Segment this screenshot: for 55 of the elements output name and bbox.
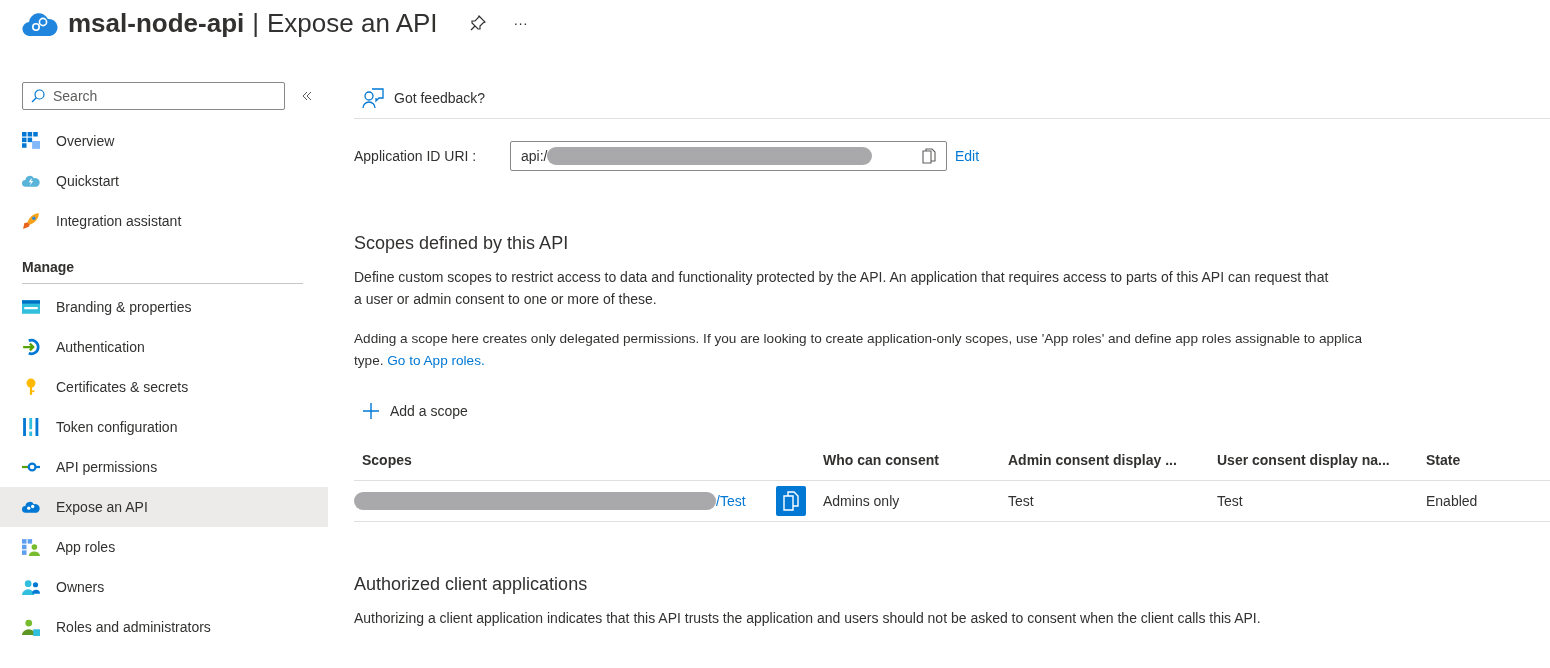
nav-item[interactable]: API permissions (0, 447, 328, 487)
section-heading: Manage (22, 241, 303, 284)
page-title: Expose an API (267, 7, 438, 39)
section-title: Authorized client applications (354, 574, 589, 595)
copy-icon[interactable] (922, 148, 936, 164)
table-cell-text: Test (1216, 493, 1244, 509)
nav-item[interactable]: Token configuration (0, 407, 328, 447)
nav-item[interactable]: Authentication (0, 327, 328, 367)
section-description: Authorizing a client application indicates that this API trusts the application and users should not be asked to consent when the client calls this API. (354, 609, 1262, 628)
column-header[interactable]: Scopes (354, 452, 815, 468)
uri-field[interactable]: api:/ (510, 141, 947, 171)
column-header[interactable]: Admin consent display ... (1000, 452, 1209, 468)
column-header[interactable]: User consent display na... (1209, 452, 1418, 468)
title-separator: | (252, 7, 259, 39)
sign-in-icon (22, 338, 40, 356)
nav-item[interactable]: Owners (0, 567, 328, 607)
table-cell-text: Test (1007, 493, 1035, 509)
table-cell-text: Admins only (822, 493, 901, 509)
grid-icon (22, 132, 40, 150)
feedback-button[interactable]: Got feedback? (362, 87, 486, 109)
scope-link[interactable]: /Test (716, 493, 746, 509)
app-name: msal-node-api (68, 7, 245, 39)
users-icon (22, 578, 40, 596)
info-paragraph: Adding a scope here creates only delegated permissions. If you are looking to create application-only scopes, use 'App roles' and define app roles assignable to applica type. Go to App roles. (354, 330, 1363, 370)
app-roles-link[interactable]: Go to App roles. (387, 353, 485, 368)
bars-icon (22, 418, 40, 436)
nav-item[interactable]: Quickstart (0, 161, 328, 201)
section-description: Define custom scopes to restrict access to data and functionality protected by the API. An application that requires access to parts of this API can request that a user or admin consent to one or more of these. (354, 268, 1330, 309)
search-field[interactable]: Search (22, 82, 285, 110)
user-cube-icon (22, 618, 40, 636)
copy-icon (782, 491, 799, 511)
plus-icon (362, 402, 380, 420)
column-header[interactable]: Who can consent (815, 452, 1000, 468)
more-button[interactable]: ··· (509, 15, 532, 31)
collapse-icon[interactable] (301, 90, 313, 102)
nav-item[interactable]: Certificates & secrets (0, 367, 328, 407)
field-label: Application ID URI : (354, 148, 478, 164)
nav-item[interactable]: Overview (0, 121, 328, 161)
section-title: Scopes defined by this API (354, 233, 570, 254)
web-window-icon (22, 298, 40, 316)
search-icon (31, 89, 45, 103)
nav-item[interactable]: Roles and administrators (0, 607, 328, 647)
pin-icon[interactable] (469, 15, 486, 31)
nav-item[interactable]: Expose an API (0, 487, 328, 527)
column-header[interactable]: State (1418, 452, 1550, 468)
edit-link[interactable]: Edit (955, 148, 980, 164)
rocket-icon (22, 212, 40, 230)
nav-item[interactable]: Branding & properties (0, 287, 328, 327)
grid-user-icon (22, 538, 40, 556)
nav-item[interactable]: Integration assistant (0, 201, 328, 241)
table-cell-text: Enabled (1425, 493, 1479, 509)
copy-button[interactable] (775, 486, 806, 516)
feedback-icon (362, 87, 384, 109)
add-scope-button[interactable]: Add a scope (354, 402, 468, 420)
nav-item[interactable]: App roles (0, 527, 328, 567)
